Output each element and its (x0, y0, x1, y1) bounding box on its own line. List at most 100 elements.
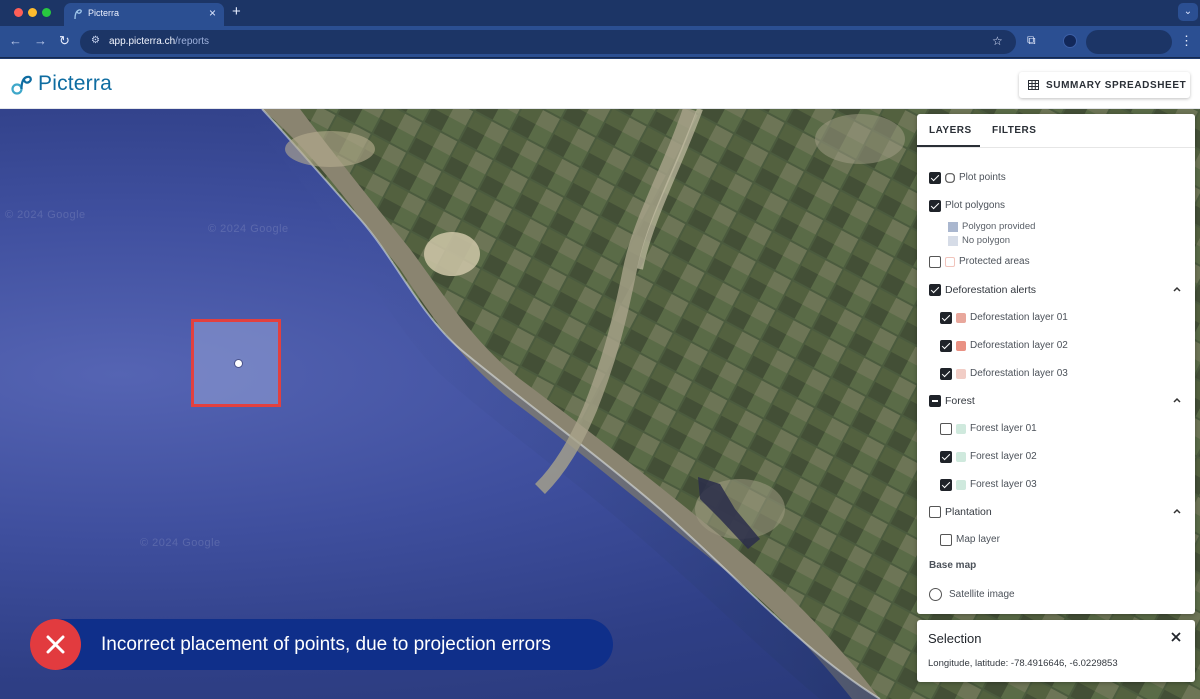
forest-01-checkbox[interactable] (940, 423, 952, 435)
error-x-icon (30, 619, 81, 670)
forest-checkbox[interactable] (929, 395, 941, 407)
base-map-satellite-option[interactable]: Satellite image (929, 587, 1169, 605)
browser-toolbar: ← → ↻ ⚙ app.picterra.ch/reports ☆ ⧉ ⋮ (0, 26, 1200, 58)
layer-deforestation-03[interactable]: Deforestation layer 03 (940, 366, 1180, 384)
forest-02-swatch (956, 452, 966, 462)
tab-layers[interactable]: LAYERS (929, 125, 972, 136)
bookmark-star-icon[interactable]: ☆ (992, 34, 1003, 48)
layer-plot-polygons[interactable]: Plot polygons (929, 198, 1179, 216)
map-watermark: © 2024 Google (140, 537, 221, 549)
deforestation-02-swatch (956, 341, 966, 351)
plot-points-label: Plot points (959, 172, 1006, 183)
plot-polygons-label: Plot polygons (945, 200, 1006, 211)
picterra-logo[interactable]: Picterra (11, 71, 112, 97)
polygon-provided-swatch (948, 222, 958, 232)
forward-icon[interactable]: → (34, 33, 47, 49)
back-icon[interactable]: ← (9, 33, 22, 49)
deforestation-03-checkbox[interactable] (940, 368, 952, 380)
deforestation-02-checkbox[interactable] (940, 340, 952, 352)
plot-point-marker[interactable] (234, 359, 243, 368)
layer-group-plantation[interactable]: Plantation (929, 504, 1195, 522)
plot-polygons-checkbox[interactable] (929, 200, 941, 212)
address-bar[interactable]: ⚙ app.picterra.ch/reports ☆ (80, 30, 1016, 54)
plot-polygon[interactable] (191, 319, 281, 407)
layer-group-deforestation[interactable]: Deforestation alerts (929, 282, 1195, 300)
error-banner-text: Incorrect placement of points, due to pr… (101, 634, 551, 655)
picterra-logo-mark-icon (11, 75, 32, 95)
table-icon (1028, 80, 1039, 90)
layer-protected-areas[interactable]: Protected areas (929, 254, 1179, 272)
layer-forest-02[interactable]: Forest layer 02 (940, 449, 1180, 467)
layer-plot-points[interactable]: Plot points (929, 170, 1179, 188)
layer-deforestation-01[interactable]: Deforestation layer 01 (940, 310, 1180, 328)
site-info-icon[interactable]: ⚙ (91, 35, 100, 46)
deforestation-02-label: Deforestation layer 02 (970, 340, 1068, 351)
deforestation-03-label: Deforestation layer 03 (970, 368, 1068, 379)
satellite-radio[interactable] (929, 588, 942, 601)
deforestation-label: Deforestation alerts (945, 284, 1037, 296)
summary-spreadsheet-label: SUMMARY SPREADSHEET (1046, 80, 1187, 91)
menu-icon[interactable]: ⋮ (1180, 33, 1193, 49)
forest-02-checkbox[interactable] (940, 451, 952, 463)
layer-forest-01[interactable]: Forest layer 01 (940, 421, 1180, 439)
chevron-up-icon[interactable] (1172, 506, 1182, 516)
layer-deforestation-02[interactable]: Deforestation layer 02 (940, 338, 1180, 356)
layers-panel: LAYERS FILTERS Plot points Plot polygons… (917, 114, 1195, 614)
base-map-title: Base map (929, 560, 977, 571)
no-polygon-label: No polygon (962, 235, 1011, 246)
satellite-label: Satellite image (949, 589, 1015, 600)
window-zoom-button[interactable] (42, 8, 51, 17)
close-icon[interactable] (1169, 630, 1183, 644)
plot-point-legend-icon (945, 173, 955, 183)
picterra-favicon-icon (74, 9, 82, 20)
app-header: Picterra SUMMARY SPREADSHEET (0, 59, 1200, 109)
no-polygon-swatch (948, 236, 958, 246)
map-layer-checkbox[interactable] (940, 534, 952, 546)
plantation-label: Plantation (945, 506, 992, 518)
forest-label: Forest (945, 395, 975, 407)
summary-spreadsheet-button[interactable]: SUMMARY SPREADSHEET (1019, 72, 1190, 98)
reload-icon[interactable]: ↻ (59, 33, 70, 49)
chevron-up-icon[interactable] (1172, 395, 1182, 405)
profile-pill[interactable] (1086, 30, 1172, 54)
forest-03-checkbox[interactable] (940, 479, 952, 491)
layer-map-layer[interactable]: Map layer (940, 532, 1180, 550)
tab-filters[interactable]: FILTERS (992, 125, 1036, 136)
map-watermark: © 2024 Google (208, 223, 289, 235)
chevron-up-icon[interactable] (1172, 284, 1182, 294)
forest-03-swatch (956, 480, 966, 490)
forest-01-label: Forest layer 01 (970, 423, 1037, 434)
url-host: app.picterra.ch (109, 36, 176, 47)
extensions-icon[interactable]: ⧉ (1027, 33, 1041, 47)
active-tab-indicator (917, 145, 980, 147)
forest-03-label: Forest layer 03 (970, 479, 1037, 490)
legend-polygon-provided: Polygon provided (948, 220, 1148, 234)
deforestation-01-swatch (956, 313, 966, 323)
deforestation-01-checkbox[interactable] (940, 312, 952, 324)
selection-title: Selection (928, 631, 982, 646)
url-text[interactable]: app.picterra.ch/reports (109, 36, 209, 47)
new-tab-button[interactable]: + (232, 3, 241, 21)
layer-forest-03[interactable]: Forest layer 03 (940, 477, 1180, 495)
plantation-checkbox[interactable] (929, 506, 941, 518)
deforestation-01-label: Deforestation layer 01 (970, 312, 1068, 323)
window-minimize-button[interactable] (28, 8, 37, 17)
legend-no-polygon: No polygon (948, 234, 1148, 248)
tab-search-icon[interactable]: ⌄ (1178, 3, 1198, 21)
window-close-button[interactable] (14, 8, 23, 17)
selection-panel: Selection Longitude, latitude: -78.49166… (917, 620, 1195, 682)
map-layer-label: Map layer (956, 534, 1000, 545)
protected-areas-swatch (945, 257, 955, 267)
deforestation-03-swatch (956, 369, 966, 379)
url-path: /reports (175, 36, 210, 47)
deforestation-checkbox[interactable] (929, 284, 941, 296)
plot-points-checkbox[interactable] (929, 172, 941, 184)
profile-icon[interactable] (1063, 34, 1077, 48)
tab-close-icon[interactable]: × (209, 5, 216, 21)
map-watermark: © 2024 Google (5, 209, 86, 221)
browser-tab[interactable]: Picterra × (64, 3, 224, 26)
protected-areas-checkbox[interactable] (929, 256, 941, 268)
browser-tab-bar: Picterra × + ⌄ (0, 0, 1200, 26)
layer-group-forest[interactable]: Forest (929, 393, 1195, 411)
polygon-provided-label: Polygon provided (962, 221, 1036, 232)
